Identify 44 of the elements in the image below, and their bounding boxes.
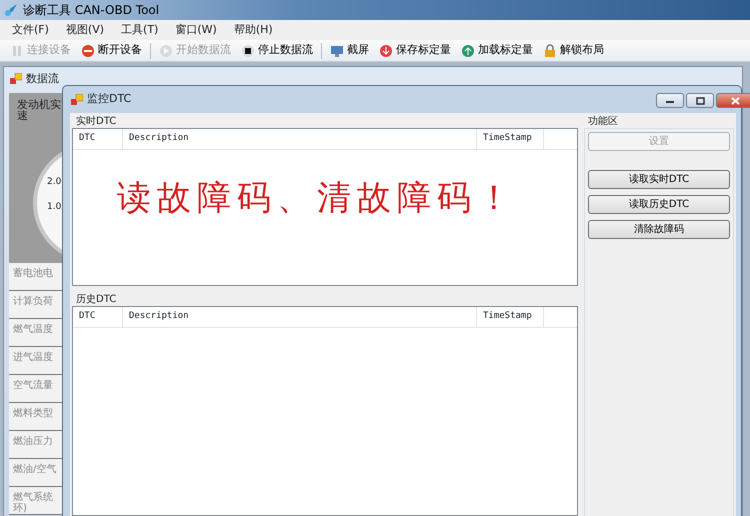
menu-item[interactable]: 窗口(W) [169,22,228,38]
column-header[interactable]: TimeStamp [477,307,544,327]
window-title: 数据流 [26,71,59,87]
play-icon [159,44,173,58]
window-icon [71,94,83,106]
window-title: 监控DTC [87,91,132,108]
lock-icon [543,44,557,58]
column-header[interactable]: DTC [73,307,123,327]
action-button[interactable]: 读取实时DTC [588,170,730,189]
toolbar-button[interactable]: 保存标定量 [377,42,453,59]
gauge-label: 2.0 [47,176,62,189]
menu-item[interactable]: 文件(F) [6,22,60,38]
overlay-text: 读故障码、清故障码！ [117,179,517,219]
window-title: 诊断工具 CAN-OBD Tool [23,2,160,19]
window-icon [10,73,22,86]
close-button[interactable] [716,93,750,108]
column-header[interactable]: Description [123,129,477,149]
menu-item[interactable]: 帮助(H) [228,22,284,38]
app-icon [3,2,19,18]
toolbar-button[interactable]: 截屏 [328,42,371,59]
gauge-label: 1.0 [47,201,62,214]
toolbar-button[interactable]: 断开设备 [79,42,144,59]
action-button[interactable]: 读取历史DTC [588,195,730,214]
menu-item[interactable]: 工具(T) [115,22,170,38]
group-label: 功能区 [587,116,619,128]
toolbar-button[interactable]: 解锁布局 [541,42,606,59]
toolbar-button[interactable]: 加载标定量 [459,42,535,59]
maximize-button[interactable] [686,93,714,108]
monitor-icon [330,44,344,58]
gauge-title: 发动机实 [17,99,62,110]
save-icon [379,44,393,58]
upload-icon [461,44,475,58]
group-label: 历史DTC [75,294,118,306]
stop-icon [81,44,95,58]
column-header[interactable]: DTC [73,129,123,149]
stop-icon [241,44,255,58]
group-label: 实时DTC [75,116,118,128]
action-button[interactable]: 清除故障码 [588,220,730,239]
minimize-button[interactable] [656,93,684,108]
column-header[interactable]: Description [123,307,477,327]
column-header[interactable]: TimeStamp [477,129,544,149]
menu-item[interactable]: 视图(V) [60,22,116,38]
toolbar-button[interactable]: 停止数据流 [239,42,315,59]
gauge-title: 速 [17,110,28,121]
